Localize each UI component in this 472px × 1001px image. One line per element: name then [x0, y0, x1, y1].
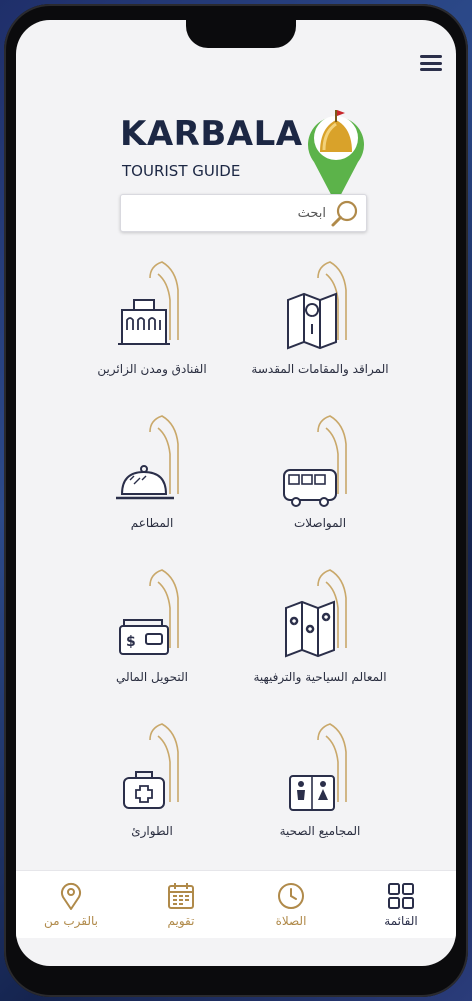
tile-label: المواصلات	[293, 516, 347, 530]
app-logo: KARBALA TOURIST GUIDE	[120, 110, 370, 204]
tile-label: الفنادق ومدن الزائرين	[97, 362, 207, 376]
logo-subtitle: TOURIST GUIDE	[122, 162, 241, 180]
nav-label: القائمة	[384, 914, 418, 928]
nav-label: بالقرب من	[43, 914, 99, 928]
search-icon[interactable]	[330, 198, 360, 228]
nav-prayer[interactable]: الصلاة	[241, 874, 341, 936]
tile-holy-shrines[interactable]: المراقد والمقامات المقدسة	[240, 260, 400, 390]
map-pin-dome-icon	[308, 110, 364, 204]
phone-frame: KARBALA TOURIST GUIDE ابحث المراقد والمق…	[4, 4, 468, 997]
tile-emergency[interactable]: الطوارئ	[72, 722, 232, 852]
grid-icon	[388, 883, 414, 909]
folded-map-icon	[285, 569, 347, 658]
restroom-icon	[289, 723, 347, 811]
first-aid-icon	[123, 723, 179, 809]
nav-calendar[interactable]: تقويم	[131, 874, 231, 936]
wallet-icon: $	[119, 569, 179, 655]
search-bar[interactable]	[120, 194, 367, 232]
food-tray-icon	[116, 415, 179, 500]
bus-icon	[283, 415, 347, 507]
svg-text:$: $	[126, 634, 136, 650]
search-input[interactable]	[136, 205, 326, 221]
logo-title: KARBALA	[120, 114, 303, 154]
clock-icon	[278, 883, 304, 909]
app-screen: KARBALA TOURIST GUIDE ابحث المراقد والمق…	[16, 20, 456, 966]
tile-label: المجاميع الصحية	[279, 824, 361, 838]
bottom-navigation: القائمة الصلاة تقويم بالقرب من	[16, 870, 456, 938]
tile-label: المراقد والمقامات المقدسة	[251, 362, 389, 376]
tile-label: المطاعم	[130, 516, 174, 530]
menu-hamburger-icon[interactable]	[420, 55, 442, 71]
camera-notch	[186, 20, 296, 48]
tile-label: الطوارئ	[131, 824, 173, 838]
nav-nearby[interactable]: بالقرب من	[21, 874, 121, 936]
tile-restrooms[interactable]: المجاميع الصحية	[240, 722, 400, 852]
tile-hotels[interactable]: الفنادق ومدن الزائرين	[72, 260, 232, 390]
tile-label: المعالم السياحية والترفيهية	[253, 670, 387, 684]
tile-money-transfer[interactable]: $ التحويل المالي	[72, 568, 232, 698]
nav-label: تقويم	[167, 914, 195, 928]
nav-label: الصلاة	[275, 914, 307, 928]
tile-label: التحويل المالي	[115, 670, 189, 684]
tile-transport[interactable]: المواصلات	[240, 414, 400, 544]
map-pin-icon	[287, 261, 347, 350]
calendar-icon	[168, 883, 194, 909]
hotel-icon	[118, 261, 179, 345]
tile-attractions[interactable]: المعالم السياحية والترفيهية	[240, 568, 400, 698]
location-pin-icon	[61, 882, 81, 910]
tile-restaurants[interactable]: المطاعم	[72, 414, 232, 544]
nav-menu[interactable]: القائمة	[351, 874, 451, 936]
